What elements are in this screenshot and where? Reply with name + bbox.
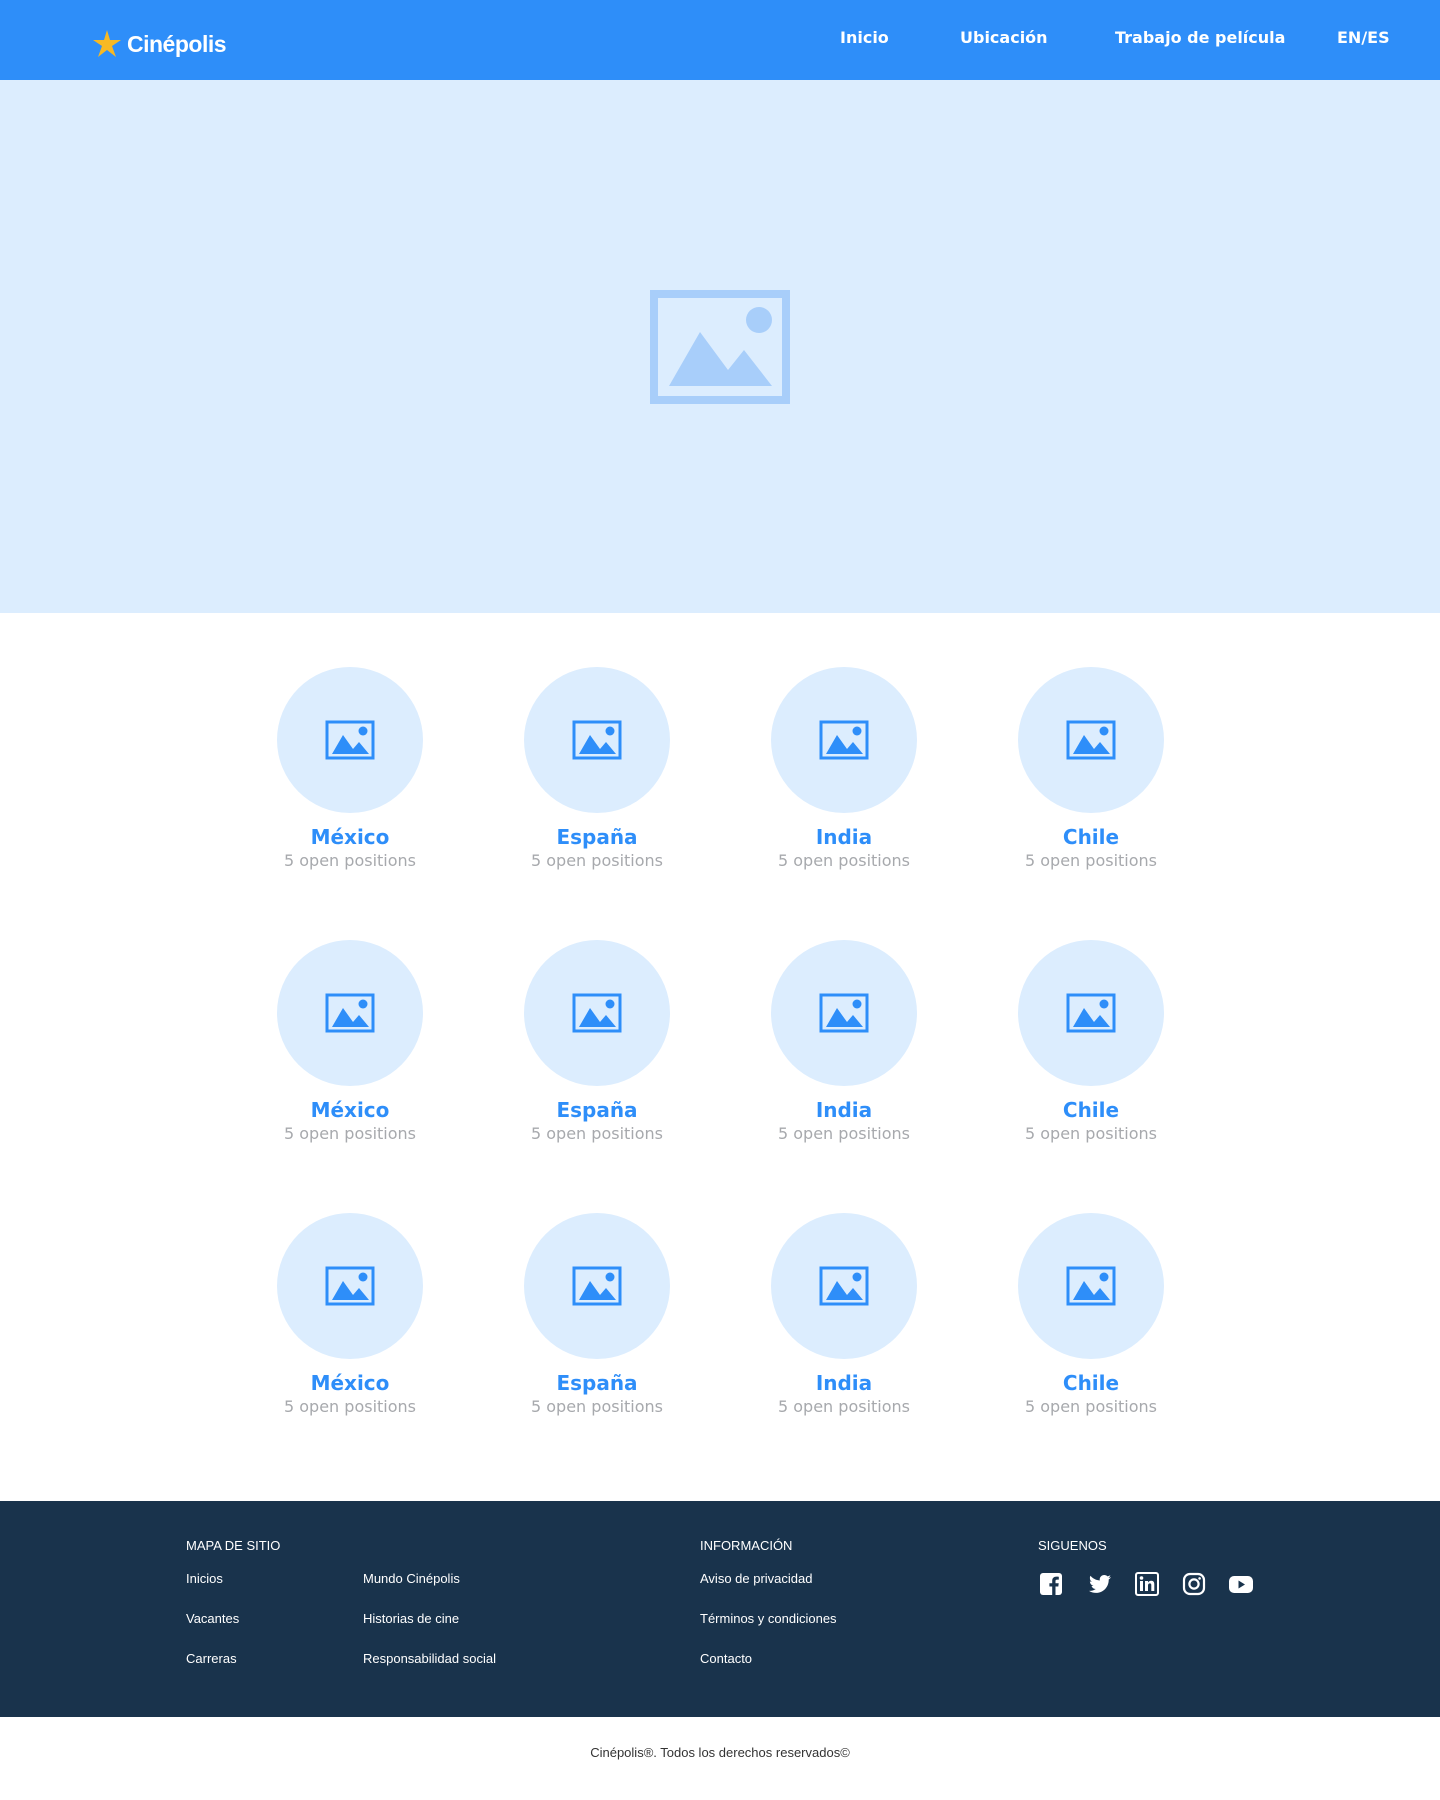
top-navbar: Cinépolis Inicio Ubicación Trabajo de pe… (0, 0, 1440, 80)
location-image (277, 667, 423, 813)
language-toggle[interactable]: EN/ES (1337, 28, 1390, 47)
image-placeholder-icon (1066, 720, 1116, 760)
image-placeholder-icon (819, 720, 869, 760)
location-card[interactable]: México 5 open positions (270, 1213, 430, 1423)
location-card[interactable]: España 5 open positions (517, 667, 677, 877)
location-image (1018, 1213, 1164, 1359)
footer-link-contacto[interactable]: Contacto (700, 1651, 752, 1666)
nav-inicio[interactable]: Inicio (840, 28, 889, 47)
instagram-icon[interactable] (1182, 1572, 1206, 1596)
location-name[interactable]: México (311, 1098, 390, 1122)
open-positions-count: 5 open positions (531, 1397, 663, 1416)
image-placeholder-icon (1066, 1266, 1116, 1306)
location-image (277, 940, 423, 1086)
footer-link-terminos[interactable]: Términos y condiciones (700, 1611, 837, 1626)
location-name[interactable]: México (311, 1371, 390, 1395)
site-footer (0, 1501, 1440, 1717)
footer-link-historias-de-cine[interactable]: Historias de cine (363, 1611, 459, 1626)
open-positions-count: 5 open positions (284, 1124, 416, 1143)
footer-link-aviso-de-privacidad[interactable]: Aviso de privacidad (700, 1571, 813, 1586)
location-card[interactable]: India 5 open positions (764, 940, 924, 1150)
youtube-icon[interactable] (1228, 1572, 1254, 1596)
open-positions-count: 5 open positions (778, 1124, 910, 1143)
location-image (524, 1213, 670, 1359)
location-card[interactable]: España 5 open positions (517, 1213, 677, 1423)
location-image (524, 667, 670, 813)
linkedin-icon[interactable] (1135, 1572, 1159, 1596)
cinepolis-logo[interactable]: Cinépolis (91, 27, 227, 61)
location-card[interactable]: Chile 5 open positions (1011, 1213, 1171, 1423)
location-card[interactable]: India 5 open positions (764, 1213, 924, 1423)
footer-link-inicios[interactable]: Inicios (186, 1571, 223, 1586)
open-positions-count: 5 open positions (1025, 1124, 1157, 1143)
location-card[interactable]: Chile 5 open positions (1011, 667, 1171, 877)
location-image (1018, 667, 1164, 813)
hero-banner (0, 80, 1440, 613)
location-name[interactable]: India (816, 825, 872, 849)
location-image (771, 667, 917, 813)
footer-link-responsabilidad-social[interactable]: Responsabilidad social (363, 1651, 496, 1666)
location-card[interactable]: México 5 open positions (270, 667, 430, 877)
image-placeholder-icon (1066, 993, 1116, 1033)
open-positions-count: 5 open positions (778, 851, 910, 870)
location-name[interactable]: Chile (1063, 1371, 1119, 1395)
location-image (524, 940, 670, 1086)
location-card[interactable]: México 5 open positions (270, 940, 430, 1150)
image-placeholder-icon (650, 289, 790, 404)
logo-text: Cinépolis (127, 30, 227, 57)
location-name[interactable]: India (816, 1098, 872, 1122)
location-card[interactable]: España 5 open positions (517, 940, 677, 1150)
location-image (771, 940, 917, 1086)
image-placeholder-icon (325, 720, 375, 760)
image-placeholder-icon (572, 1266, 622, 1306)
open-positions-count: 5 open positions (1025, 851, 1157, 870)
twitter-icon[interactable] (1088, 1572, 1112, 1596)
copyright-text: Cinépolis®. Todos los derechos reservado… (590, 1745, 850, 1760)
nav-trabajo-de-pelicula[interactable]: Trabajo de película (1115, 28, 1285, 47)
location-image (771, 1213, 917, 1359)
location-name[interactable]: España (556, 1371, 637, 1395)
image-placeholder-icon (572, 720, 622, 760)
open-positions-count: 5 open positions (531, 1124, 663, 1143)
nav-ubicacion[interactable]: Ubicación (960, 28, 1048, 47)
info-heading: INFORMACIÓN (700, 1538, 793, 1553)
sitemap-heading: MAPA DE SITIO (186, 1538, 281, 1553)
location-name[interactable]: Chile (1063, 825, 1119, 849)
location-name[interactable]: India (816, 1371, 872, 1395)
location-name[interactable]: Chile (1063, 1098, 1119, 1122)
image-placeholder-icon (819, 993, 869, 1033)
footer-link-mundo-cinepolis[interactable]: Mundo Cinépolis (363, 1571, 460, 1586)
open-positions-count: 5 open positions (778, 1397, 910, 1416)
open-positions-count: 5 open positions (284, 1397, 416, 1416)
location-name[interactable]: España (556, 825, 637, 849)
footer-link-carreras[interactable]: Carreras (186, 1651, 237, 1666)
logo-star-icon (93, 30, 121, 57)
location-card[interactable]: India 5 open positions (764, 667, 924, 877)
location-name[interactable]: México (311, 825, 390, 849)
location-image (1018, 940, 1164, 1086)
social-heading: SIGUENOS (1038, 1538, 1107, 1553)
image-placeholder-icon (325, 993, 375, 1033)
open-positions-count: 5 open positions (531, 851, 663, 870)
facebook-icon[interactable] (1039, 1572, 1063, 1596)
footer-link-vacantes[interactable]: Vacantes (186, 1611, 239, 1626)
image-placeholder-icon (819, 1266, 869, 1306)
location-image (277, 1213, 423, 1359)
image-placeholder-icon (325, 1266, 375, 1306)
open-positions-count: 5 open positions (1025, 1397, 1157, 1416)
location-name[interactable]: España (556, 1098, 637, 1122)
location-card[interactable]: Chile 5 open positions (1011, 940, 1171, 1150)
open-positions-count: 5 open positions (284, 851, 416, 870)
image-placeholder-icon (572, 993, 622, 1033)
